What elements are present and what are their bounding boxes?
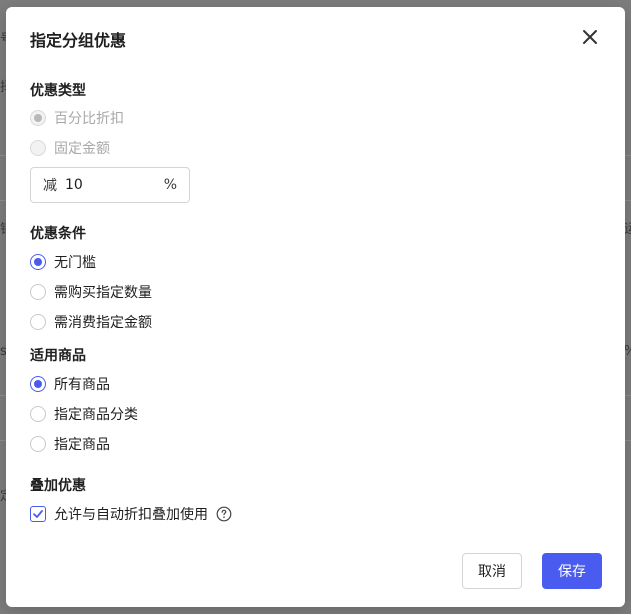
stacking-title: 叠加优惠 xyxy=(30,478,86,494)
radio-circle[interactable] xyxy=(30,436,46,452)
cancel-button[interactable]: 取消 xyxy=(462,553,522,589)
check-icon xyxy=(33,510,43,518)
input-prefix: 减 xyxy=(43,178,57,194)
radio-min-quantity[interactable]: 需购买指定数量 xyxy=(30,282,152,302)
radio-specific-products[interactable]: 指定商品 xyxy=(30,434,110,454)
radio-label: 所有商品 xyxy=(54,377,110,393)
products-title: 适用商品 xyxy=(30,348,86,364)
discount-value-input[interactable]: 减 10 % xyxy=(30,167,190,203)
stacking-checkbox-label: 允许与自动折扣叠加使用 xyxy=(54,507,208,523)
radio-label: 指定商品分类 xyxy=(54,407,138,423)
radio-circle[interactable] xyxy=(30,140,46,156)
condition-title: 优惠条件 xyxy=(30,226,86,242)
bg-text: 运 xyxy=(624,222,631,237)
close-button[interactable] xyxy=(578,25,602,49)
help-icon[interactable] xyxy=(216,506,232,522)
stacking-checkbox-row[interactable]: 允许与自动折扣叠加使用 xyxy=(30,504,232,524)
radio-circle[interactable] xyxy=(30,284,46,300)
radio-label: 需购买指定数量 xyxy=(54,285,152,301)
radio-label: 需消费指定金额 xyxy=(54,315,152,331)
discount-modal: 指定分组优惠 优惠类型 百分比折扣 固定金额 减 10 % 优惠条件 无门槛 需… xyxy=(6,7,625,607)
radio-circle[interactable] xyxy=(30,254,46,270)
radio-product-category[interactable]: 指定商品分类 xyxy=(30,404,138,424)
radio-percent-discount[interactable]: 百分比折扣 xyxy=(30,108,124,128)
radio-label: 无门槛 xyxy=(54,255,96,271)
radio-all-products[interactable]: 所有商品 xyxy=(30,374,110,394)
discount-type-title: 优惠类型 xyxy=(30,83,86,99)
radio-min-spend[interactable]: 需消费指定金额 xyxy=(30,312,152,332)
radio-label: 固定金额 xyxy=(54,141,110,157)
radio-label: 指定商品 xyxy=(54,437,110,453)
radio-circle[interactable] xyxy=(30,110,46,126)
close-icon xyxy=(583,30,597,44)
radio-circle[interactable] xyxy=(30,406,46,422)
stacking-checkbox[interactable] xyxy=(30,506,46,522)
radio-label: 百分比折扣 xyxy=(54,111,124,127)
save-button[interactable]: 保存 xyxy=(542,553,602,589)
radio-no-threshold[interactable]: 无门槛 xyxy=(30,252,96,272)
input-value[interactable]: 10 xyxy=(65,177,164,193)
radio-circle[interactable] xyxy=(30,376,46,392)
input-suffix: % xyxy=(163,177,177,193)
bg-text: % xyxy=(624,344,631,359)
radio-fixed-amount[interactable]: 固定金额 xyxy=(30,138,110,158)
modal-title: 指定分组优惠 xyxy=(30,31,127,50)
radio-circle[interactable] xyxy=(30,314,46,330)
